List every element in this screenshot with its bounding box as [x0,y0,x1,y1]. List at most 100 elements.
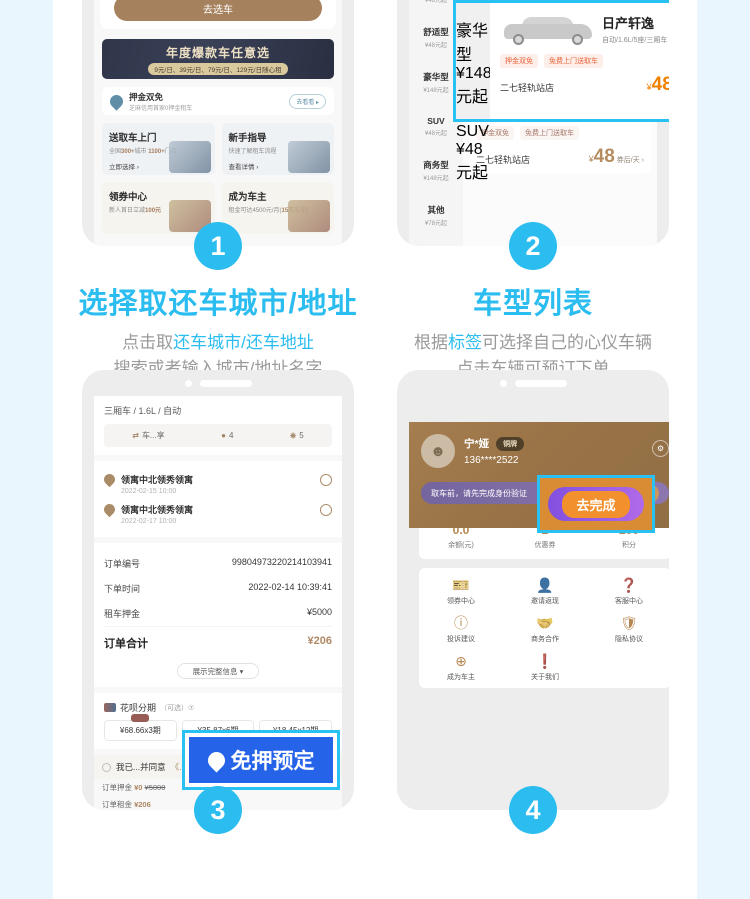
step-badge-2: 2 [509,222,557,270]
verify-button-label[interactable]: 去完成 [562,490,630,518]
menu-item-partner[interactable]: 🤝 商务合作 [503,616,587,644]
coupon-icon: 🎫 [452,577,470,593]
step-title-2: 车型列表 [472,288,593,320]
tile-become-owner[interactable]: 成为车主 租金可达4500元/月(15万车型) [221,182,334,234]
notch-speaker-bar [199,379,252,387]
chip-doors: ● 4 [221,431,234,440]
menu-item-privacy[interactable]: 🛡 隐私协议 [587,616,669,644]
stat-label: 余额(元) [448,542,474,549]
stat-label: 积分 [622,542,636,549]
menu-item-feedback[interactable]: ⓘ 投诉建议 [419,616,503,644]
order-value: 99804973220214103941 [231,557,332,567]
avatar[interactable]: ☻ [421,434,455,468]
privacy-icon: 🛡 [620,615,638,631]
settings-gear-icon[interactable]: ⚙ [652,440,669,457]
promo-banner-title: 年度爆款车任意选 [165,45,270,60]
order-total-value: ¥206 [307,635,332,647]
highlighted-reserve-button[interactable]: 免押预定 [182,730,340,790]
category-item[interactable]: 其他 ¥78元起 [409,193,463,238]
phone-mockup-2: 经济型 ¥48元起 舒适型 ¥48元起 豪华型 ¥148元起 SUV [397,0,669,246]
deposit-free-title: 押金双免 [129,91,164,102]
huabei-icon [104,703,116,712]
promo-banner[interactable]: 年度爆款车任意选 9元/日、39元/日、79元/日、129元/日随心租 [102,39,334,79]
pickup-address-row[interactable]: 领寓中北领秀领寓 2022-02-15 10:00 [101,469,332,499]
menu-label: 客服中心 [615,598,643,605]
invite-icon: 👤 [536,577,554,593]
tile-coupon-center[interactable]: 领券中心 新人首日立减100元 [102,182,215,234]
order-total-row: 订单合计 ¥206 [104,626,332,657]
phone-mockup-3: 三厢车 / 1.6L / 自动 ⇄ 车...享 ● 4 ⎈ 5 领寓中北领秀领寓 20… [82,370,354,810]
select-car-button[interactable]: 去选车 [114,0,322,21]
huabei-title-row: 花呗分期 （可选）⑦ [104,701,332,714]
water-drop-icon [107,91,126,111]
reserve-button-inner[interactable]: 免押预定 [189,737,333,783]
step-title-1: 选择取还车城市/地址 [78,288,358,320]
menu-item-support[interactable]: ❓ 客服中心 [587,578,669,606]
menu-label: 投诉建议 [447,636,475,643]
deposit-free-button[interactable]: 去看看 ▸ [289,93,326,109]
car-name: 日产轩逸 [602,16,655,31]
car-spec-section: 三厢车 / 1.6L / 自动 ⇄ 车...享 ● 4 ⎈ 5 [94,396,342,455]
tile-guide[interactable]: 新手指导 快速了解租车流程 查看详情 › [221,123,334,175]
order-car-spec: 三厢车 / 1.6L / 自动 [104,406,182,416]
tile-illustration [288,200,330,232]
menu-item-become-owner[interactable]: ⊕ 成为车主 [419,654,503,682]
return-address-row[interactable]: 领寓中北领秀领寓 2022-02-17 10:00 [101,499,332,529]
order-row: 订单编号 99804973220214103941 [104,551,332,576]
car-tags: 押金双免 免费上门送取车 [500,54,669,68]
pickup-card[interactable]: 周六 10:00 周一 10:00 去选车 [100,0,336,29]
profile-phone: 136****2522 [464,455,519,466]
menu-label: 商务合作 [531,636,559,643]
order-detail-section: 订单编号 99804973220214103941 下单时间 2022-02-1… [94,543,342,687]
price-value: 48 [593,146,615,167]
menu-item-about[interactable]: ❗ 关于我们 [503,654,587,682]
category-item[interactable]: 豪华型 ¥148元起 [456,9,492,115]
car-bottom: 二七轻轨站店 ¥ 48 券后/天 › [476,147,644,166]
category-item[interactable]: 商务型 ¥148元起 [409,148,463,193]
notch-camera-dot [184,379,192,387]
location-pin-icon [101,501,118,518]
tile-delivery[interactable]: 送取车上门 全国300+城市 1100+门店 立即选择 › [102,123,215,175]
tile-illustration [288,141,330,173]
highlighted-verify-button[interactable]: 去完成 [537,475,655,533]
phone-mockup-1: 周六 10:00 周一 10:00 去选车 年度爆款车任意选 9元/日、39元/… [82,0,354,246]
notch-speaker-bar [514,379,567,387]
stat-label: 优惠券 [534,542,556,549]
menu-label: 关于我们 [531,674,559,681]
installment-option[interactable]: ¥68.66x3期 [104,720,177,741]
deposit-free-row[interactable]: 押金双免 芝麻信用首家0押金租车 去看看 ▸ [102,87,334,115]
screen-home: 周六 10:00 周一 10:00 去选车 年度爆款车任意选 9元/日、39元/… [94,0,342,246]
feedback-icon: ⓘ [454,615,468,631]
profile-menu-grid: 🎫 领券中心 👤 邀请返现 ❓ 客服中心 ⓘ 投诉建议 🤝 商务合作 🛡 隐私协… [419,568,669,688]
address-datetime: 2022-02-15 10:00 [121,488,177,495]
car-tag: 免费上门送取车 [520,126,579,140]
content-page: 周六 10:00 周一 10:00 去选车 年度爆款车任意选 9元/日、39元/… [53,0,697,899]
category-price: ¥48元起 [456,141,489,182]
address-datetime: 2022-02-17 10:00 [121,518,177,525]
order-label: 租车押金 [104,609,141,619]
deposit-free-sub: 芝麻信用首家0押金租车 [129,105,193,112]
profile-name: 宁*娅 [464,438,490,450]
phone-notch [397,370,669,396]
phone-notch [82,370,354,396]
car-photo [500,11,596,47]
menu-item-coupon-center[interactable]: 🎫 领券中心 [419,578,503,606]
category-price: ¥148元起 [423,176,449,182]
car-info: 日产轩逸 自动/1.6L/5座/三厢车 [602,13,669,45]
price-value: 48 [651,74,669,95]
clock-icon [320,504,332,516]
expand-details-button[interactable]: 展示完整信息 ▾ [177,663,259,679]
highlighted-car-card[interactable]: 豪华型 ¥148元起 SUV ¥48元起 日产轩逸 自动/1.6L/5座/三厢车… [453,0,669,182]
agreement-checkbox[interactable] [102,762,111,772]
profile-user[interactable]: ☻ 宁*娅 铜牌 136****2522 [421,434,669,468]
price-unit: 券后/天 › [616,157,644,164]
profile-level-badge: 铜牌 [496,436,525,451]
car-bottom: 二七轻轨站店 ¥ 48 券后/天 › [500,75,669,94]
location-pin-icon [101,471,118,488]
car-store: 二七轻轨站店 [500,83,555,93]
profile-name-row: 宁*娅 铜牌 [464,436,525,451]
car-spec: 自动/1.6L/5座/三厢车 [602,37,668,44]
huabei-optional: （可选）⑦ [160,704,195,712]
category-item[interactable]: SUV ¥48元起 [456,115,490,191]
menu-item-invite[interactable]: 👤 邀请返现 [503,578,587,606]
